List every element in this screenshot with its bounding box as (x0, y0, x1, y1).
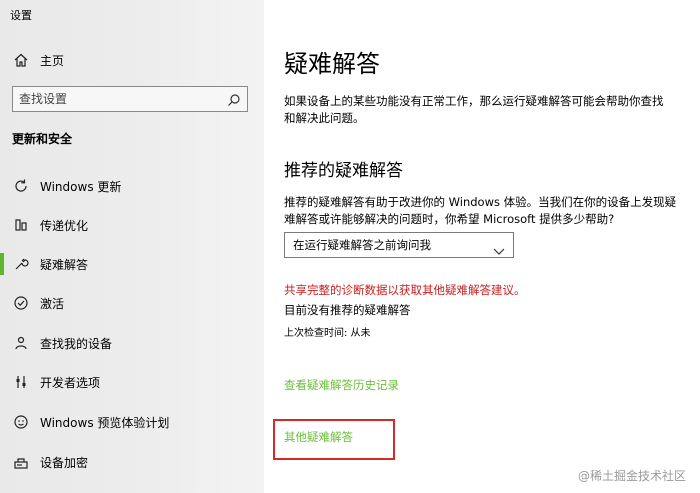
sidebar-item-windows-update[interactable]: Windows 更新 (0, 169, 264, 203)
sidebar-item-label: Windows 预览体验计划 (40, 415, 170, 430)
check-circle-icon (12, 294, 30, 312)
refresh-icon (12, 177, 30, 195)
page-description: 如果设备上的某些功能没有正常工作，那么运行疑难解答可能会帮助你查找和解决此问题。 (284, 94, 664, 125)
developer-tools-icon (12, 373, 30, 391)
window-title: 设置 (10, 9, 32, 22)
sidebar-item-label: Windows 更新 (40, 179, 122, 194)
recommended-heading: 推荐的疑难解答 (284, 161, 403, 181)
sidebar-item-label: 开发者选项 (40, 375, 101, 390)
page-title: 疑难解答 (284, 50, 380, 78)
troubleshoot-history-link[interactable]: 查看疑难解答历史记录 (284, 377, 399, 393)
troubleshoot-preference-dropdown[interactable]: 在运行疑难解答之前询问我 (284, 232, 514, 258)
sidebar-item-label: 主页 (40, 53, 65, 68)
home-icon (12, 51, 30, 69)
chevron-down-icon (493, 241, 505, 255)
search-box (12, 86, 248, 112)
smiley-icon (12, 413, 30, 431)
other-troubleshooters-link[interactable]: 其他疑难解答 (284, 429, 353, 445)
sidebar-item-label: 设备加密 (40, 455, 89, 470)
sidebar-item-label: 传递优化 (40, 218, 89, 233)
sidebar-item-activation[interactable]: 激活 (0, 286, 264, 320)
recommended-description: 推荐的疑难解答有助于改进你的 Windows 体验。当我们在你的设备上发现疑难解… (284, 195, 677, 226)
encryption-icon (12, 453, 30, 471)
sidebar-item-troubleshoot[interactable]: 疑难解答 (0, 247, 264, 281)
sidebar-item-device-encryption[interactable]: 设备加密 (0, 445, 264, 479)
person-locate-icon (12, 334, 30, 352)
last-checked-text: 上次检查时间: 从未 (284, 328, 371, 339)
sidebar: 设置 主页 更新和安全 Windows 更新 传递优化 疑难解答 (0, 0, 264, 493)
section-header: 更新和安全 (12, 132, 73, 146)
sidebar-item-delivery-optimization[interactable]: 传递优化 (0, 208, 264, 242)
search-input[interactable] (13, 92, 225, 106)
no-recommended-text: 目前没有推荐的疑难解答 (284, 303, 411, 317)
sidebar-item-windows-insider[interactable]: Windows 预览体验计划 (0, 405, 264, 439)
sidebar-item-label: 激活 (40, 296, 65, 311)
sidebar-item-developer-options[interactable]: 开发者选项 (0, 365, 264, 399)
dropdown-selected-value: 在运行疑难解答之前询问我 (293, 238, 431, 252)
sidebar-item-label: 疑难解答 (40, 257, 89, 272)
wrench-icon (12, 255, 30, 273)
watermark: @稀土掘金技术社区 (577, 469, 686, 483)
sidebar-item-home[interactable]: 主页 (0, 43, 264, 77)
sidebar-item-find-my-device[interactable]: 查找我的设备 (0, 326, 264, 360)
share-diagnostic-data-link[interactable]: 共享完整的诊断数据以获取其他疑难解答建议。 (284, 282, 526, 298)
search-icon[interactable] (227, 92, 241, 106)
delivery-optimization-icon (12, 216, 30, 234)
main-content: 疑难解答 如果设备上的某些功能没有正常工作，那么运行疑难解答可能会帮助你查找和解… (264, 0, 700, 493)
sidebar-item-label: 查找我的设备 (40, 336, 113, 351)
